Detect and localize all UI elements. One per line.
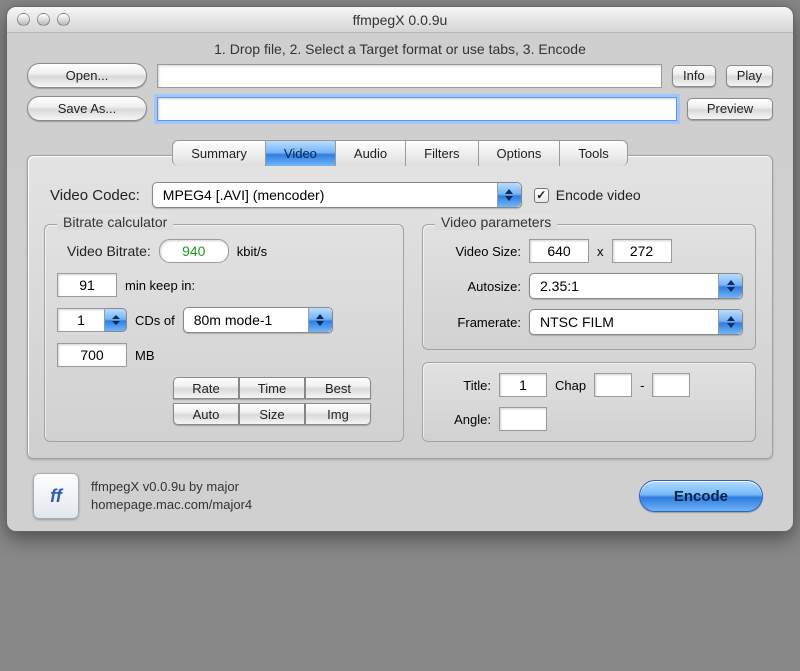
autosize-value: 2.35:1 bbox=[540, 278, 579, 294]
size-x: x bbox=[597, 244, 604, 259]
tab-summary[interactable]: Summary bbox=[172, 140, 266, 166]
title-label: Title: bbox=[435, 378, 491, 393]
framerate-label: Framerate: bbox=[435, 315, 521, 330]
stepper-arrows-icon bbox=[105, 308, 127, 332]
bitrate-unit: kbit/s bbox=[237, 244, 267, 259]
preview-button[interactable]: Preview bbox=[687, 98, 773, 120]
bitrate-button-grid: Rate Time Best Auto Size Img bbox=[173, 377, 391, 429]
framerate-popup[interactable]: NTSC FILM bbox=[529, 309, 743, 335]
video-width-field[interactable] bbox=[529, 239, 589, 263]
popup-arrows-icon bbox=[497, 183, 521, 207]
save-as-button[interactable]: Save As... bbox=[27, 96, 147, 121]
time-button[interactable]: Time bbox=[239, 377, 305, 399]
chap-to-field[interactable] bbox=[652, 373, 690, 397]
encode-video-checkbox[interactable]: ✓ Encode video bbox=[534, 187, 641, 203]
credit-block: ff ffmpegX v0.0.9u by major homepage.mac… bbox=[33, 473, 252, 519]
popup-arrows-icon bbox=[308, 308, 332, 332]
popup-arrows-icon bbox=[718, 310, 742, 334]
tab-tools[interactable]: Tools bbox=[560, 140, 627, 166]
cd-type-popup[interactable]: 80m mode-1 bbox=[183, 307, 333, 333]
mb-field[interactable] bbox=[57, 343, 127, 367]
chap-label: Chap bbox=[555, 378, 586, 393]
video-codec-popup[interactable]: MPEG4 [.AVI] (mencoder) bbox=[152, 182, 522, 208]
params-group-title: Video parameters bbox=[435, 214, 557, 230]
best-button[interactable]: Best bbox=[305, 377, 371, 399]
open-button[interactable]: Open... bbox=[27, 63, 147, 88]
video-size-label: Video Size: bbox=[435, 244, 521, 259]
video-bitrate-field[interactable] bbox=[159, 239, 229, 263]
save-row: Save As... Preview bbox=[27, 96, 773, 121]
app-window: ffmpegX 0.0.9u 1. Drop file, 2. Select a… bbox=[6, 6, 794, 532]
dvd-group: Title: Chap - Angle: bbox=[422, 362, 756, 442]
footer: ff ffmpegX v0.0.9u by major homepage.mac… bbox=[7, 459, 793, 519]
angle-field[interactable] bbox=[499, 407, 547, 431]
framerate-value: NTSC FILM bbox=[540, 314, 614, 330]
title-field[interactable] bbox=[499, 373, 547, 397]
tab-filters[interactable]: Filters bbox=[406, 140, 478, 166]
cds-of-label: CDs of bbox=[135, 313, 175, 328]
autosize-label: Autosize: bbox=[435, 279, 521, 294]
auto-button[interactable]: Auto bbox=[173, 403, 239, 425]
bitrate-group: Bitrate calculator Video Bitrate: kbit/s… bbox=[44, 224, 404, 442]
bitrate-group-title: Bitrate calculator bbox=[57, 214, 173, 230]
video-tab-panel: Video Codec: MPEG4 [.AVI] (mencoder) ✓ E… bbox=[27, 155, 773, 459]
cd-count-stepper[interactable] bbox=[57, 308, 127, 332]
bitrate-label: Video Bitrate: bbox=[67, 243, 151, 259]
tab-options[interactable]: Options bbox=[479, 140, 561, 166]
window-title: ffmpegX 0.0.9u bbox=[7, 12, 793, 28]
credit-line-2: homepage.mac.com/major4 bbox=[91, 496, 252, 514]
mb-label: MB bbox=[135, 348, 155, 363]
save-path-field[interactable] bbox=[157, 97, 677, 121]
credit-line-1: ffmpegX v0.0.9u by major bbox=[91, 478, 252, 496]
chap-sep: - bbox=[640, 378, 644, 393]
titlebar: ffmpegX 0.0.9u bbox=[7, 7, 793, 33]
encode-button[interactable]: Encode bbox=[639, 480, 763, 512]
video-height-field[interactable] bbox=[612, 239, 672, 263]
popup-arrows-icon bbox=[718, 274, 742, 298]
params-group: Video parameters Video Size: x Autosize:… bbox=[422, 224, 756, 350]
tab-strip: Summary Video Audio Filters Options Tool… bbox=[172, 140, 627, 166]
encode-video-label: Encode video bbox=[556, 187, 641, 203]
cd-type-value: 80m mode-1 bbox=[194, 312, 273, 328]
check-icon: ✓ bbox=[534, 188, 549, 203]
cd-count-field[interactable] bbox=[57, 308, 105, 332]
tab-audio[interactable]: Audio bbox=[336, 140, 406, 166]
minutes-label: min keep in: bbox=[125, 278, 195, 293]
video-codec-value: MPEG4 [.AVI] (mencoder) bbox=[163, 187, 325, 203]
rate-button[interactable]: Rate bbox=[173, 377, 239, 399]
open-row: Open... Info Play bbox=[27, 63, 773, 88]
size-button[interactable]: Size bbox=[239, 403, 305, 425]
app-icon: ff bbox=[33, 473, 79, 519]
instructions-text: 1. Drop file, 2. Select a Target format … bbox=[7, 33, 793, 63]
angle-label: Angle: bbox=[435, 412, 491, 427]
codec-label: Video Codec: bbox=[50, 187, 140, 204]
autosize-popup[interactable]: 2.35:1 bbox=[529, 273, 743, 299]
minutes-field[interactable] bbox=[57, 273, 117, 297]
img-button[interactable]: Img bbox=[305, 403, 371, 425]
play-button[interactable]: Play bbox=[726, 65, 773, 87]
tab-video[interactable]: Video bbox=[266, 140, 336, 166]
chap-from-field[interactable] bbox=[594, 373, 632, 397]
info-button[interactable]: Info bbox=[672, 65, 716, 87]
open-path-field[interactable] bbox=[157, 64, 662, 88]
